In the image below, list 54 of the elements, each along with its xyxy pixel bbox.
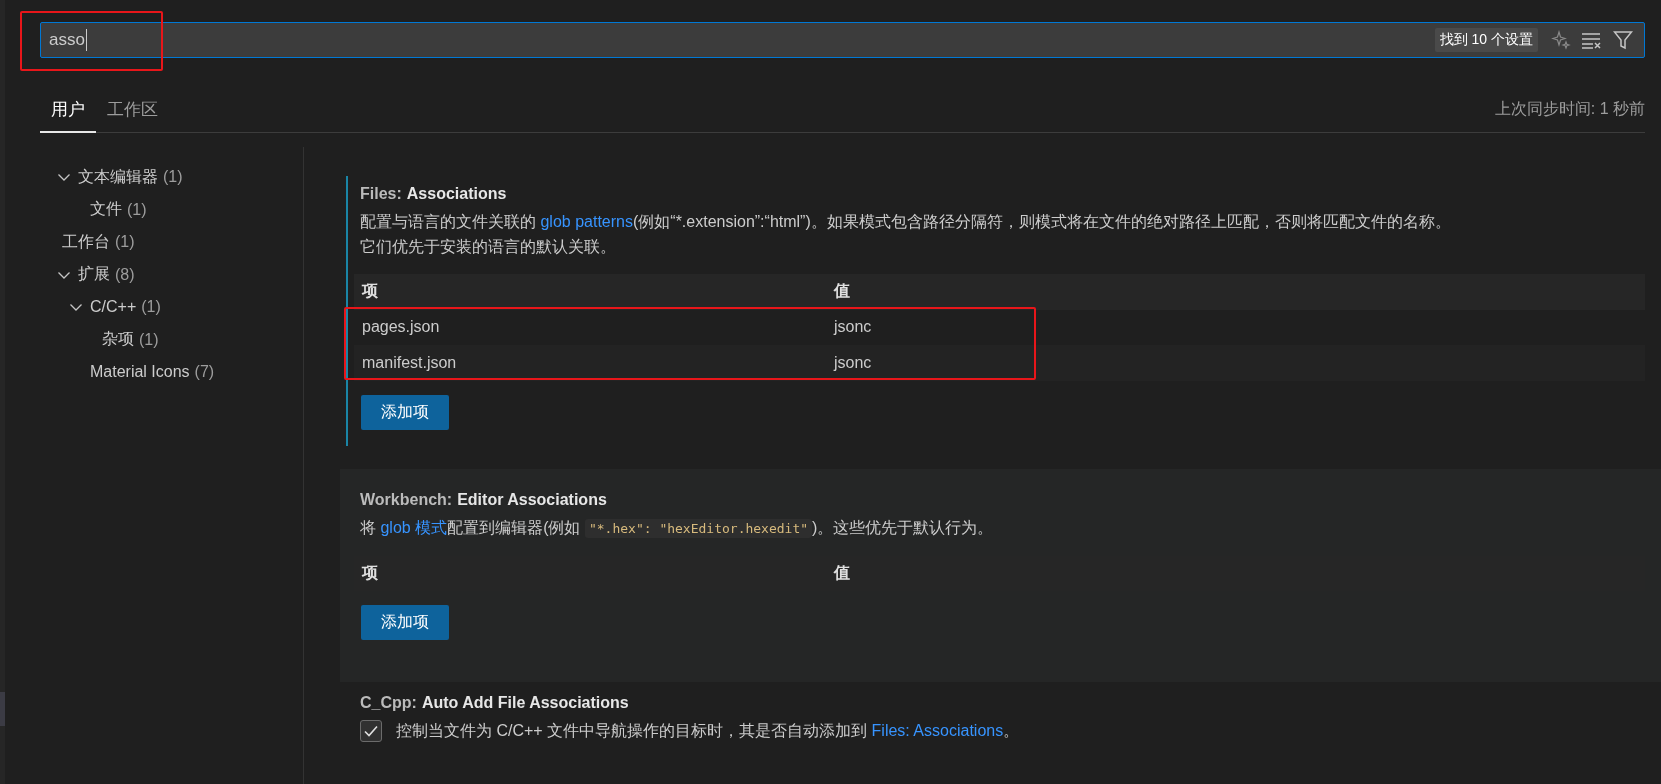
tree-label: 扩展 [78,264,110,285]
code-snippet: "*.hex": "hexEditor.hexedit" [584,518,813,538]
match-count: (7) [194,363,215,382]
setting-description: 配置与语言的文件关联的 glob patterns(例如“*.extension”:“html”)。如果模式包含路径分隔符，则模式将在文件的绝对路径上匹配，否则将匹配文件的名称。它们优先于安装的语言的默认关联。 [360,212,1452,257]
search-field[interactable]: asso 找到 10 个设置 [40,22,1645,58]
tree-item[interactable]: 扩展 (8) [40,258,303,291]
tree-label: 文件 [90,199,122,220]
settings-tab[interactable]: 用户 [40,98,96,133]
column-header: 项 [362,281,379,302]
sparkle-icon[interactable] [1551,30,1571,50]
tree-label: Material Icons [90,363,190,382]
setting-name: Auto Add File Associations [421,694,629,711]
setting-name: Associations [406,185,507,202]
match-count: (1) [139,330,159,349]
add-item-button[interactable]: 添加项 [361,605,449,640]
tree-item[interactable]: Material Icons (7) [40,356,303,389]
result-count: 找到 10 个设置 [1434,28,1538,52]
add-item-button[interactable]: 添加项 [361,394,449,430]
setting-category: Workbench: [360,490,453,508]
tree-label: 杂项 [102,329,134,350]
link[interactable]: glob 模式 [380,518,448,536]
match-count: (1) [163,168,183,187]
column-header: 值 [834,562,851,583]
column-header: 值 [834,281,851,302]
tree-item[interactable]: 杂项 (1) [40,323,303,356]
table-cell-text: pages.json [362,318,441,337]
tree-label: C/C++ [90,298,137,317]
setting-description: 将 glob 模式配置到编辑器(例如 "*.hex": "hexEditor.hexedit" )。这些优先于默认行为。 [360,517,995,540]
table-cell-text: jsonc [834,318,873,337]
tree-item[interactable]: 文件 (1) [40,193,303,226]
tree-item[interactable]: 文本编辑器 (1) [40,161,303,194]
settings-tab[interactable]: 工作区 [96,98,169,133]
table-cell-text: jsonc [834,353,873,372]
setting-description: 控制当文件为 C/C++ 文件中导航操作的目标时，其是否自动添加到 Files: Associations。 [396,721,1020,741]
clear-filter-icon[interactable] [1581,31,1603,49]
setting-category: Files: [360,185,402,202]
scrollbar-thumb[interactable] [0,692,5,726]
match-count: (1) [141,298,161,317]
setting-category: C_Cpp: [360,694,417,711]
tree-label: 工作台 [62,231,110,252]
tree-label: 文本编辑器 [78,166,158,187]
column-header: 项 [362,562,379,583]
match-count: (1) [127,200,147,219]
tree-item[interactable]: 工作台 (1) [40,226,303,259]
match-count: (1) [115,233,135,252]
filter-icon[interactable] [1613,30,1633,50]
checkbox[interactable] [360,719,382,742]
link[interactable]: glob patterns [540,213,633,230]
setting-name: Editor Associations [457,490,607,508]
link[interactable]: Files: Associations [871,722,1004,739]
sync-status: 上次同步时间: 1 秒前 [1494,99,1645,119]
tree-item[interactable]: C/C++ (1) [40,291,303,324]
table-cell-text: manifest.json [362,353,458,372]
match-count: (8) [115,265,135,284]
